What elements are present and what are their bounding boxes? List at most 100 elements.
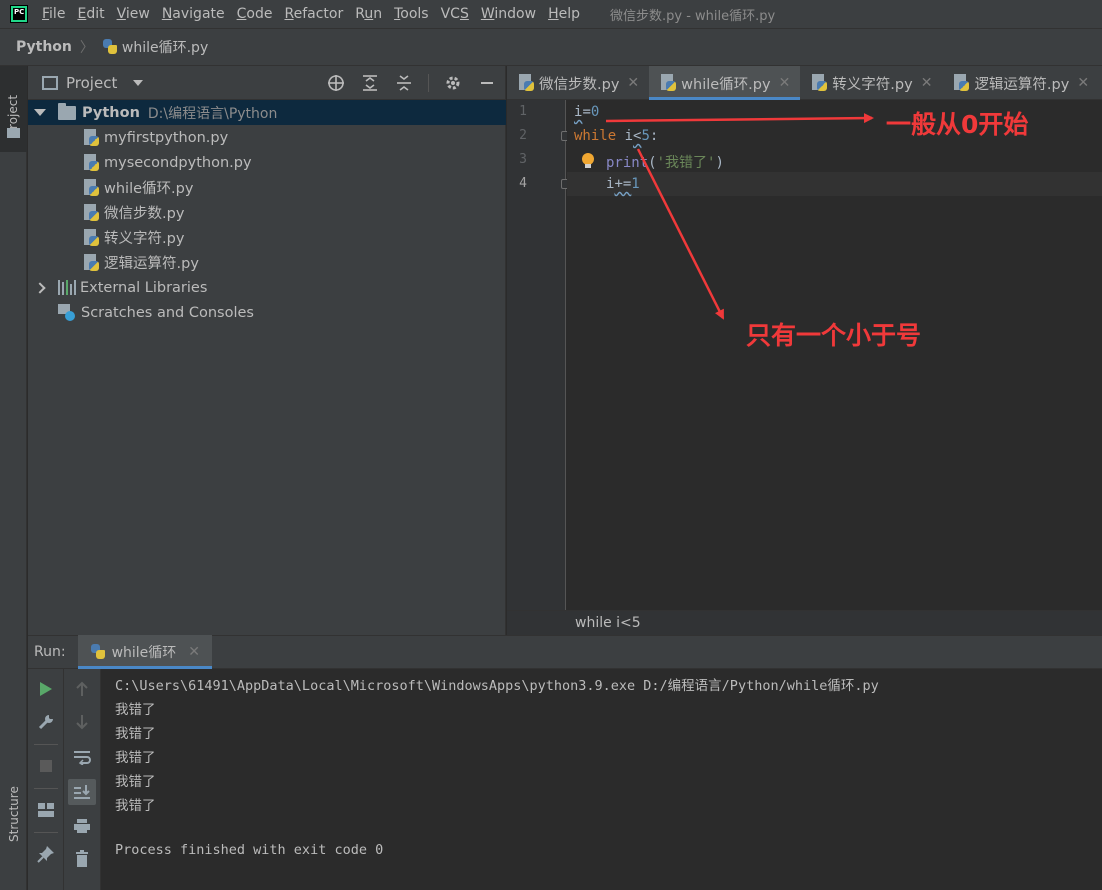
locate-file-icon[interactable] (326, 74, 346, 92)
run-tab-while-loop[interactable]: while循环 ✕ (77, 635, 213, 669)
current-line-highlight (567, 172, 1102, 196)
run-console[interactable]: C:\Users\61491\AppData\Local\Microsoft\W… (101, 669, 1102, 890)
code-editor[interactable]: i=0 while i<5: print('我错了') i+=1 (567, 100, 1102, 610)
hide-panel-icon[interactable] (477, 74, 497, 92)
code-line-1: i=0 (574, 104, 600, 120)
stop-button[interactable] (36, 756, 56, 776)
python-file-icon (952, 74, 970, 92)
editor-breadcrumb[interactable]: while i<5 (575, 615, 641, 631)
project-panel-title[interactable]: Project (66, 74, 117, 92)
tree-file-row[interactable]: 转义字符.py (28, 225, 506, 250)
code-line-2: while i<5: (574, 128, 659, 144)
annotation-single-less-than: 只有一个小于号 (746, 321, 922, 350)
nav-project-crumb[interactable]: Python (16, 39, 72, 55)
editor-gutter[interactable]: 1 2 3 4 (507, 100, 571, 610)
tab-label: while循环.py (681, 76, 771, 93)
tree-root-python[interactable]: Python D:\编程语言\Python (28, 100, 506, 125)
collapse-all-icon[interactable] (394, 74, 414, 92)
run-label: Run: (34, 644, 66, 660)
console-output-line: 我错了 (115, 774, 156, 790)
run-tool-header: Run: while循环 ✕ (28, 635, 1102, 669)
project-tool-window-button[interactable]: Project (0, 66, 27, 152)
console-output-line: 我错了 (115, 702, 156, 718)
tree-file-row[interactable]: 逻辑运算符.py (28, 250, 506, 275)
rerun-button[interactable] (36, 679, 56, 699)
menu-refactor[interactable]: Refactor (278, 0, 349, 28)
python-file-icon (82, 128, 100, 147)
tree-file-row[interactable]: while循环.py (28, 175, 506, 200)
toolbar-divider (34, 832, 58, 833)
toolbar-divider (428, 74, 429, 92)
line-number: 2 (519, 128, 527, 143)
menu-navigate[interactable]: Navigate (156, 0, 231, 28)
file-name: while循环.py (104, 181, 194, 197)
nav-file-crumb[interactable]: while循环.py (122, 37, 208, 57)
run-toolbar-secondary (64, 669, 101, 890)
project-panel: Project Python D:\编程语言\Python myfirstpyt… (28, 66, 506, 635)
python-file-icon (517, 74, 535, 92)
menu-window[interactable]: Window (475, 0, 542, 28)
project-tree: Python D:\编程语言\Python myfirstpython.py m… (28, 100, 506, 325)
tree-scratches[interactable]: Scratches and Consoles (28, 300, 506, 325)
root-folder-path: D:\编程语言\Python (147, 105, 278, 122)
close-icon[interactable]: ✕ (779, 75, 791, 91)
menu-run[interactable]: Run (349, 0, 388, 28)
tree-file-row[interactable]: myfirstpython.py (28, 125, 506, 150)
tab-logic-operators[interactable]: 逻辑运算符.py ✕ (942, 66, 1099, 100)
close-icon[interactable]: ✕ (188, 644, 200, 660)
line-number: 3 (519, 152, 527, 167)
layout-icon[interactable] (36, 800, 56, 820)
scratches-icon (58, 303, 76, 322)
navigation-bar: Python 〉 while循环.py (0, 28, 1102, 66)
chevron-down-icon[interactable] (133, 79, 144, 86)
python-file-icon (82, 228, 100, 247)
print-icon[interactable] (72, 816, 92, 836)
chevron-right-icon[interactable] (34, 281, 46, 294)
menu-tools[interactable]: Tools (388, 0, 435, 28)
pycharm-logo-icon: PC (10, 5, 28, 23)
folder-icon (58, 102, 76, 120)
close-icon[interactable]: ✕ (627, 75, 639, 91)
console-command-line: C:\Users\61491\AppData\Local\Microsoft\W… (115, 678, 879, 694)
tab-label: 转义字符.py (832, 76, 913, 93)
file-name: 微信步数.py (104, 206, 185, 222)
menu-view[interactable]: View (111, 0, 156, 28)
editor-tab-bar: 微信步数.py ✕ while循环.py ✕ 转义字符.py ✕ 逻辑运算符.p… (507, 66, 1102, 100)
scroll-to-end-icon[interactable] (68, 779, 96, 805)
expand-all-icon[interactable] (360, 74, 380, 92)
menu-file[interactable]: File (36, 0, 71, 28)
code-line-3: print('我错了') (606, 155, 724, 171)
window-title: 微信步数.py - while循环.py (610, 8, 776, 24)
console-output-line: 我错了 (115, 750, 156, 766)
file-name: 转义字符.py (104, 231, 185, 247)
tab-label: 微信步数.py (539, 76, 620, 93)
tab-while-loop[interactable]: while循环.py ✕ (649, 66, 801, 100)
line-number: 1 (519, 104, 527, 119)
project-view-icon (42, 75, 58, 90)
project-panel-toolbar (326, 74, 497, 92)
tab-escape-chars[interactable]: 转义字符.py ✕ (800, 66, 942, 100)
tree-file-row[interactable]: 微信步数.py (28, 200, 506, 225)
arrow-up-icon[interactable] (72, 679, 92, 699)
tree-file-row[interactable]: mysecondpython.py (28, 150, 506, 175)
menu-code[interactable]: Code (231, 0, 279, 28)
structure-tool-window-button[interactable]: Structure (7, 786, 21, 842)
wrench-icon[interactable] (36, 712, 56, 732)
soft-wrap-icon[interactable] (72, 747, 92, 767)
close-icon[interactable]: ✕ (921, 75, 933, 91)
trash-icon[interactable] (72, 849, 92, 869)
tab-wechat-steps[interactable]: 微信步数.py ✕ (507, 66, 649, 100)
gear-icon[interactable] (443, 74, 463, 92)
menu-edit[interactable]: Edit (71, 0, 110, 28)
python-icon (90, 644, 106, 660)
expand-arrow-icon[interactable] (34, 109, 46, 116)
menu-vcs[interactable]: VCS (435, 0, 475, 28)
lightbulb-icon[interactable] (582, 153, 594, 169)
pin-icon[interactable] (36, 844, 56, 864)
console-output-line: 我错了 (115, 726, 156, 742)
stop-icon (40, 760, 52, 772)
tree-external-libraries[interactable]: External Libraries (28, 275, 506, 300)
arrow-down-icon[interactable] (72, 712, 92, 732)
close-icon[interactable]: ✕ (1077, 75, 1089, 91)
menu-help[interactable]: Help (542, 0, 586, 28)
